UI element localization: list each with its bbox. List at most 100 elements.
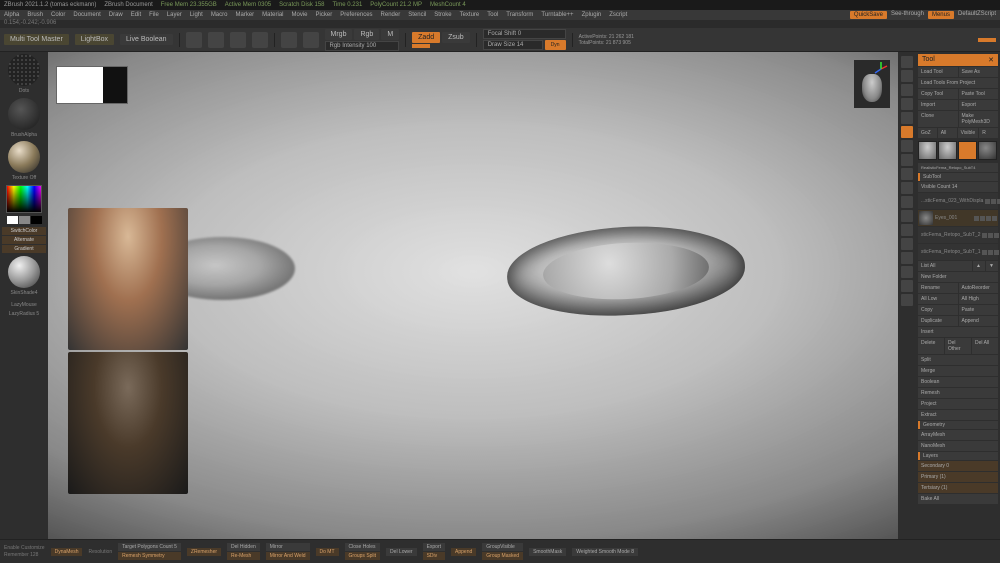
zadd-toggle[interactable]: Zadd [412, 32, 440, 43]
mrgb-toggle[interactable]: Mrgb [325, 29, 353, 40]
mirror-button[interactable]: Mirror [266, 543, 310, 551]
tool-thumb[interactable] [978, 141, 997, 160]
menu-item[interactable]: Tool [487, 12, 498, 18]
duplicate-button[interactable]: Duplicate [918, 316, 958, 326]
remember-input[interactable]: Remember 128 [4, 552, 45, 558]
focal-shift-input[interactable]: Focal Shift 0 [483, 29, 566, 39]
layers-section[interactable]: Layers [918, 452, 998, 460]
zoom-icon[interactable] [901, 84, 913, 96]
menu-item[interactable]: Transform [506, 12, 533, 18]
menu-item[interactable]: Preferences [340, 12, 372, 18]
copysub-button[interactable]: Copy [918, 305, 958, 315]
menu-item[interactable]: Zplugin [582, 12, 602, 18]
merge-section[interactable]: Merge [918, 366, 998, 376]
menu-item[interactable]: Marker [235, 12, 254, 18]
subtool-item[interactable]: ...sticFema_023_WithDispla [918, 193, 998, 209]
altcolor-button[interactable]: Alternate [2, 236, 46, 244]
groupmasked-button[interactable]: Group Masked [482, 552, 523, 560]
groupvisible-button[interactable]: GroupVisible [482, 543, 523, 551]
geometry-section[interactable]: Geometry [918, 421, 998, 429]
subtool-item-active[interactable]: Eyes_001 [918, 210, 998, 226]
close-icon[interactable]: ✕ [988, 56, 994, 64]
floor-icon[interactable] [901, 140, 913, 152]
subtool-item[interactable]: sticFema_Retopo_SubT_2 [918, 227, 998, 243]
defaultzscript[interactable]: DefaultZScript [958, 11, 996, 19]
menu-item[interactable]: Stencil [408, 12, 426, 18]
layer-item[interactable]: Primary (1) [918, 472, 998, 482]
zsub-toggle[interactable]: Zsub [442, 32, 470, 43]
tool-thumb-active[interactable] [958, 141, 977, 160]
saveas-button[interactable]: Save As [959, 67, 999, 77]
aahalf-icon[interactable] [901, 112, 913, 124]
copytool-button[interactable]: Copy Tool [918, 89, 958, 99]
lazyradius-input[interactable]: LazyRadius 5 [9, 312, 39, 318]
texture-preview[interactable] [8, 141, 40, 173]
boolean-section[interactable]: Boolean [918, 377, 998, 387]
tool-thumb[interactable] [938, 141, 957, 160]
menu-item[interactable]: Zscript [609, 12, 627, 18]
mirrorweld-button[interactable]: Mirror And Weld [266, 552, 310, 560]
lightbox-button[interactable]: LightBox [75, 34, 114, 45]
domt-button[interactable]: Do MT [316, 548, 339, 556]
seethrough-slider[interactable]: See-through [891, 11, 924, 19]
project-section[interactable]: Project [918, 399, 998, 409]
clone-button[interactable]: Clone [918, 111, 958, 127]
menu-item[interactable]: Render [381, 12, 401, 18]
goz-button[interactable]: GoZ [918, 128, 937, 138]
delall-button[interactable]: Del All [972, 338, 998, 354]
quicksave-button[interactable]: QuickSave [850, 11, 887, 19]
insert-button[interactable]: Insert [918, 327, 998, 337]
persp-icon[interactable] [901, 126, 913, 138]
nav-preview[interactable] [854, 60, 890, 108]
menu-item[interactable]: Document [73, 12, 100, 18]
menu-item[interactable]: Color [51, 12, 65, 18]
menu-item[interactable]: Brush [27, 12, 43, 18]
gradient-button[interactable]: Gradient [2, 245, 46, 253]
switchcolor-button[interactable]: SwitchColor [2, 227, 46, 235]
dellower-button[interactable]: Del Lower [386, 548, 417, 556]
menus-toggle[interactable]: Menus [928, 11, 954, 19]
movedown-button[interactable]: ▼ [986, 261, 998, 271]
menu-item[interactable]: Alpha [4, 12, 19, 18]
stroke-preview[interactable] [8, 54, 40, 86]
enable-customize[interactable]: Enable Customize [4, 545, 45, 551]
reference-image-2[interactable] [68, 352, 188, 494]
viewport[interactable] [48, 52, 898, 539]
menu-item[interactable]: Material [262, 12, 283, 18]
import-button[interactable]: Import [918, 100, 958, 110]
menu-item[interactable]: Draw [109, 12, 123, 18]
delother-button[interactable]: Del Other [945, 338, 971, 354]
multitool-master-button[interactable]: Multi Tool Master [4, 34, 69, 45]
closeholes-button[interactable]: Close Holes [345, 543, 381, 551]
ghost-icon[interactable] [901, 266, 913, 278]
quicksketch-icon[interactable] [252, 32, 268, 48]
menu-item[interactable]: Edit [131, 12, 141, 18]
layer-item[interactable]: Tertsiary (1) [918, 483, 998, 493]
scroll-icon[interactable] [901, 70, 913, 82]
visible-button[interactable]: Visible [958, 128, 979, 138]
remesh-section[interactable]: Remesh [918, 388, 998, 398]
append-button2[interactable]: Append [451, 548, 476, 556]
export-button2[interactable]: Export [423, 543, 445, 551]
remesh-button[interactable]: Re-Mesh [227, 552, 260, 560]
color-swatches[interactable] [7, 216, 42, 224]
menu-item[interactable]: Light [190, 12, 203, 18]
loadproject-button[interactable]: Load Tools From Project [918, 78, 998, 88]
zremesher-button[interactable]: ZRemesher [187, 548, 221, 556]
rename-button[interactable]: Rename [918, 283, 958, 293]
reference-thumb-top[interactable] [56, 66, 128, 104]
listall-button[interactable]: List All [918, 261, 972, 271]
export-button[interactable]: Export [959, 100, 999, 110]
history-redo-icon[interactable] [208, 32, 224, 48]
rgb-intensity-input[interactable]: Rgb Intensity 100 [325, 41, 400, 51]
dynamesh-button[interactable]: DynaMesh [51, 548, 83, 556]
scale-icon[interactable] [901, 196, 913, 208]
polymesh-button[interactable]: Make PolyMesh3D [959, 111, 999, 127]
local-icon[interactable] [901, 154, 913, 166]
zintensity-bar[interactable] [412, 44, 430, 48]
autoreorder-button[interactable]: AutoReorder [959, 283, 999, 293]
frame-icon[interactable] [901, 168, 913, 180]
remeshsym-button[interactable]: Remesh Symmetry [118, 552, 181, 560]
menu-item[interactable]: Movie [292, 12, 308, 18]
transp-icon[interactable] [901, 252, 913, 264]
